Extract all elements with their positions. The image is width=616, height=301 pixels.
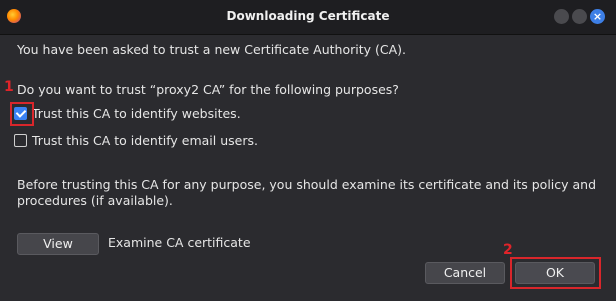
annotation-box-1 xyxy=(10,102,34,126)
annotation-marker-2: 2 xyxy=(503,242,513,258)
websites-label: Trust this CA to identify websites. xyxy=(32,106,241,121)
minimize-button[interactable] xyxy=(554,9,569,24)
annotation-box-2 xyxy=(510,257,601,289)
dialog-body: You have been asked to trust a new Certi… xyxy=(0,35,616,301)
email-checkbox[interactable] xyxy=(14,134,27,147)
advice-line-2: procedures (if available). xyxy=(17,193,173,208)
intro-text: You have been asked to trust a new Certi… xyxy=(17,42,406,57)
maximize-button[interactable] xyxy=(572,9,587,24)
view-description: Examine CA certificate xyxy=(108,235,251,250)
close-icon: × xyxy=(592,10,603,23)
advice-line-1: Before trusting this CA for any purpose,… xyxy=(17,177,597,192)
cancel-button[interactable]: Cancel xyxy=(425,262,505,284)
option-websites[interactable]: Trust this CA to identify websites. xyxy=(14,106,241,121)
title-bar: Downloading Certificate × xyxy=(0,0,616,35)
view-button[interactable]: View xyxy=(17,233,99,255)
option-email[interactable]: Trust this CA to identify email users. xyxy=(14,133,258,148)
email-label: Trust this CA to identify email users. xyxy=(32,133,258,148)
close-button[interactable]: × xyxy=(590,9,605,24)
annotation-marker-1: 1 xyxy=(4,79,14,95)
question-text: Do you want to trust “proxy2 CA” for the… xyxy=(17,82,399,97)
window-title: Downloading Certificate xyxy=(226,9,390,23)
